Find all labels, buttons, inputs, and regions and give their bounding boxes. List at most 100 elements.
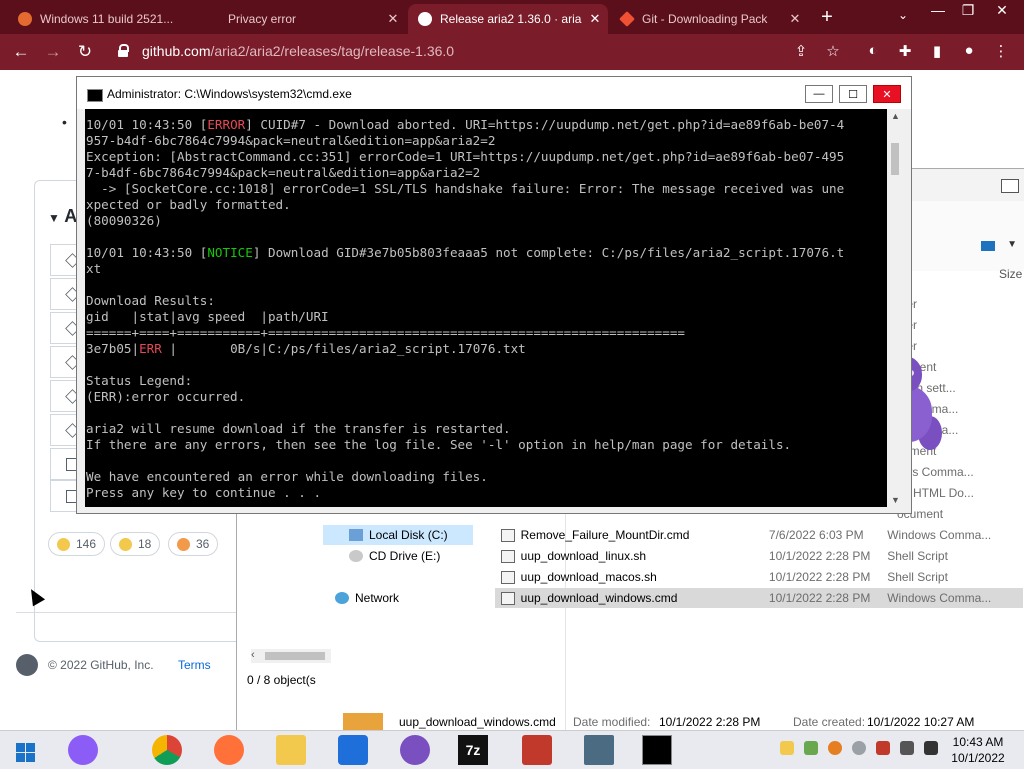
more-menu-icon[interactable]: ⋮ <box>990 42 1012 60</box>
vertical-scrollbar[interactable]: ▲ ▼ <box>887 109 903 507</box>
minimize-button[interactable]: — <box>805 85 833 103</box>
tab-privacy-error[interactable]: Privacy error ✕ <box>208 4 406 34</box>
windows-start-icon[interactable] <box>14 735 44 765</box>
close-tab-icon[interactable]: ✕ <box>786 11 804 27</box>
browser-tabstrip: Windows 11 build 2521... Privacy error ✕… <box>0 0 1024 34</box>
console-output[interactable]: 10/01 10:43:50 [ERROR] CUID#7 - Download… <box>85 109 887 507</box>
cmd-icon <box>87 89 103 102</box>
close-tab-icon[interactable]: ✕ <box>586 11 604 27</box>
tab-favicon-icon <box>18 12 32 26</box>
chrome-icon[interactable] <box>152 735 182 765</box>
window-close-icon[interactable]: ✕ <box>988 2 1016 19</box>
tray-search-icon[interactable] <box>828 741 842 755</box>
maximize-button[interactable]: ☐ <box>839 85 867 103</box>
tab-release-aria2[interactable]: Release aria2 1.36.0 · aria ✕ <box>408 4 608 34</box>
cmd-file-icon <box>501 528 515 542</box>
reload-icon[interactable]: ↻ <box>74 42 96 62</box>
tab-title: Windows 11 build 2521... <box>40 12 174 26</box>
file-date: 7/6/2022 6:03 PM <box>768 528 864 542</box>
tray-emoji-icon[interactable] <box>780 741 794 755</box>
firefox-icon[interactable] <box>214 735 244 765</box>
extensions-puzzle-icon[interactable]: ✚ <box>894 42 916 60</box>
horizontal-scrollbar[interactable]: ‹ <box>251 649 331 663</box>
back-arrow-icon[interactable]: ← <box>10 42 32 62</box>
address-bar[interactable]: github.com/aria2/aria2/releases/tag/rele… <box>110 38 850 66</box>
taskbar-clock[interactable]: 10:43 AM 10/1/2022 <box>946 734 1010 766</box>
close-button[interactable]: ✕ <box>873 85 901 103</box>
bonzi-icon[interactable] <box>400 735 430 765</box>
reaction-count: 18 <box>138 537 152 551</box>
console-line: Exception: [AbstractCommand.cc:351] erro… <box>86 149 844 165</box>
console-segment: xt <box>86 261 102 276</box>
installer-icon[interactable] <box>522 735 552 765</box>
tab-git-downloading[interactable]: Git - Downloading Pack ✕ <box>610 4 808 34</box>
7zip-icon[interactable]: 7z <box>458 735 488 765</box>
github-octocat-icon[interactable] <box>16 654 38 676</box>
window-restore-icon[interactable]: ❐ <box>954 2 982 19</box>
bookmark-star-icon[interactable]: ☆ <box>822 42 844 60</box>
console-line: ======+====+===========+================… <box>86 325 685 341</box>
file-name: uup_download_macos.sh <box>520 570 657 584</box>
tray-volume-icon[interactable] <box>924 741 938 755</box>
console-segment: If there are any errors, then see the lo… <box>86 437 792 452</box>
console-segment: 7-b4df-6bc7864c7994&pack=neutral&edition… <box>86 165 481 180</box>
tray-flag-icon[interactable] <box>876 741 890 755</box>
file-row[interactable]: uup_download_linux.sh 10/1/2022 2:28 PM … <box>495 546 1023 566</box>
close-tab-icon[interactable]: ✕ <box>384 11 402 27</box>
cmd-titlebar[interactable]: Administrator: C:\Windows\system32\cmd.e… <box>77 77 911 109</box>
file-name: uup_download_windows.cmd <box>520 591 678 605</box>
cd-drive-icon <box>349 550 363 562</box>
lock-icon <box>118 44 129 57</box>
extension-flag-icon[interactable]: ◐ <box>862 42 884 59</box>
app-a-icon[interactable] <box>338 735 368 765</box>
cmd-taskbar-icon[interactable] <box>642 735 672 765</box>
notepad-icon[interactable] <box>584 735 614 765</box>
console-segment: 957-b4df-6bc7864c7994&pack=neutral&editi… <box>86 133 496 148</box>
console-segment: aria2 will resume download if the transf… <box>86 421 511 436</box>
scrollbar-thumb[interactable] <box>265 652 325 660</box>
tray-app-icon[interactable] <box>804 741 818 755</box>
tray-status-icon[interactable] <box>852 741 866 755</box>
file-date: 10/1/2022 2:28 PM <box>768 570 871 584</box>
reaction-tada[interactable]: 36 <box>168 532 219 556</box>
file-explorer-icon[interactable] <box>276 735 306 765</box>
console-segment: ERR <box>139 341 162 356</box>
console-line: 3e7b05|ERR | 0B/s|C:/ps/files/aria2_scri… <box>86 341 526 357</box>
file-thumbnail-icon <box>343 713 383 731</box>
file-row-selected[interactable]: uup_download_windows.cmd 10/1/2022 2:28 … <box>495 588 1023 608</box>
share-icon[interactable]: ⇪ <box>790 42 812 60</box>
scroll-up-icon[interactable]: ▲ <box>891 111 900 121</box>
reaction-laugh[interactable]: 18 <box>110 532 161 556</box>
chevron-down-icon[interactable]: ▼ <box>1007 239 1017 250</box>
tree-item-cd-drive[interactable]: CD Drive (E:) <box>323 546 446 566</box>
tree-item-local-disk[interactable]: Local Disk (C:) <box>323 525 473 545</box>
profile-avatar-icon[interactable]: ● <box>958 42 980 59</box>
side-panel-icon[interactable]: ▮ <box>926 42 948 60</box>
details-filename: uup_download_windows.cmd <box>399 715 556 729</box>
tree-item-network[interactable]: Network <box>335 588 405 608</box>
reaction-thumbs-up[interactable]: 146 <box>48 532 106 556</box>
tab-title: Git - Downloading Pack <box>642 12 768 26</box>
forward-arrow-icon[interactable]: → <box>42 42 64 62</box>
tab-search-chevron-icon[interactable]: ⌄ <box>898 8 908 22</box>
window-minimize-icon[interactable]: — <box>924 2 952 18</box>
console-line: If there are any errors, then see the lo… <box>86 437 791 453</box>
scroll-down-icon[interactable]: ▼ <box>891 495 900 505</box>
file-row[interactable]: Remove_Failure_MountDir.cmd 7/6/2022 6:0… <box>495 525 1023 545</box>
new-tab-icon[interactable]: + <box>816 6 838 29</box>
arc-app-icon[interactable] <box>68 735 98 765</box>
window-minimize-icon[interactable] <box>1001 179 1019 193</box>
object-count: 0 / 8 object(s <box>247 673 316 687</box>
scroll-left-icon[interactable]: ‹ <box>251 649 255 661</box>
file-row[interactable]: uup_download_macos.sh 10/1/2022 2:28 PM … <box>495 567 1023 587</box>
view-monitor-icon[interactable] <box>981 241 995 251</box>
console-line: 7-b4df-6bc7864c7994&pack=neutral&edition… <box>86 165 480 181</box>
tray-network-icon[interactable] <box>900 741 914 755</box>
scrollbar-thumb[interactable] <box>891 143 899 175</box>
tab-windows-build[interactable]: Windows 11 build 2521... <box>8 4 204 34</box>
footer-terms-link[interactable]: Terms <box>178 658 211 672</box>
size-column-header[interactable]: Size <box>999 267 1022 281</box>
assets-heading[interactable]: ▼ A <box>48 206 77 227</box>
console-line: -> [SocketCore.cc:1018] errorCode=1 SSL/… <box>86 181 844 197</box>
file-type: Shell Script <box>887 549 948 563</box>
